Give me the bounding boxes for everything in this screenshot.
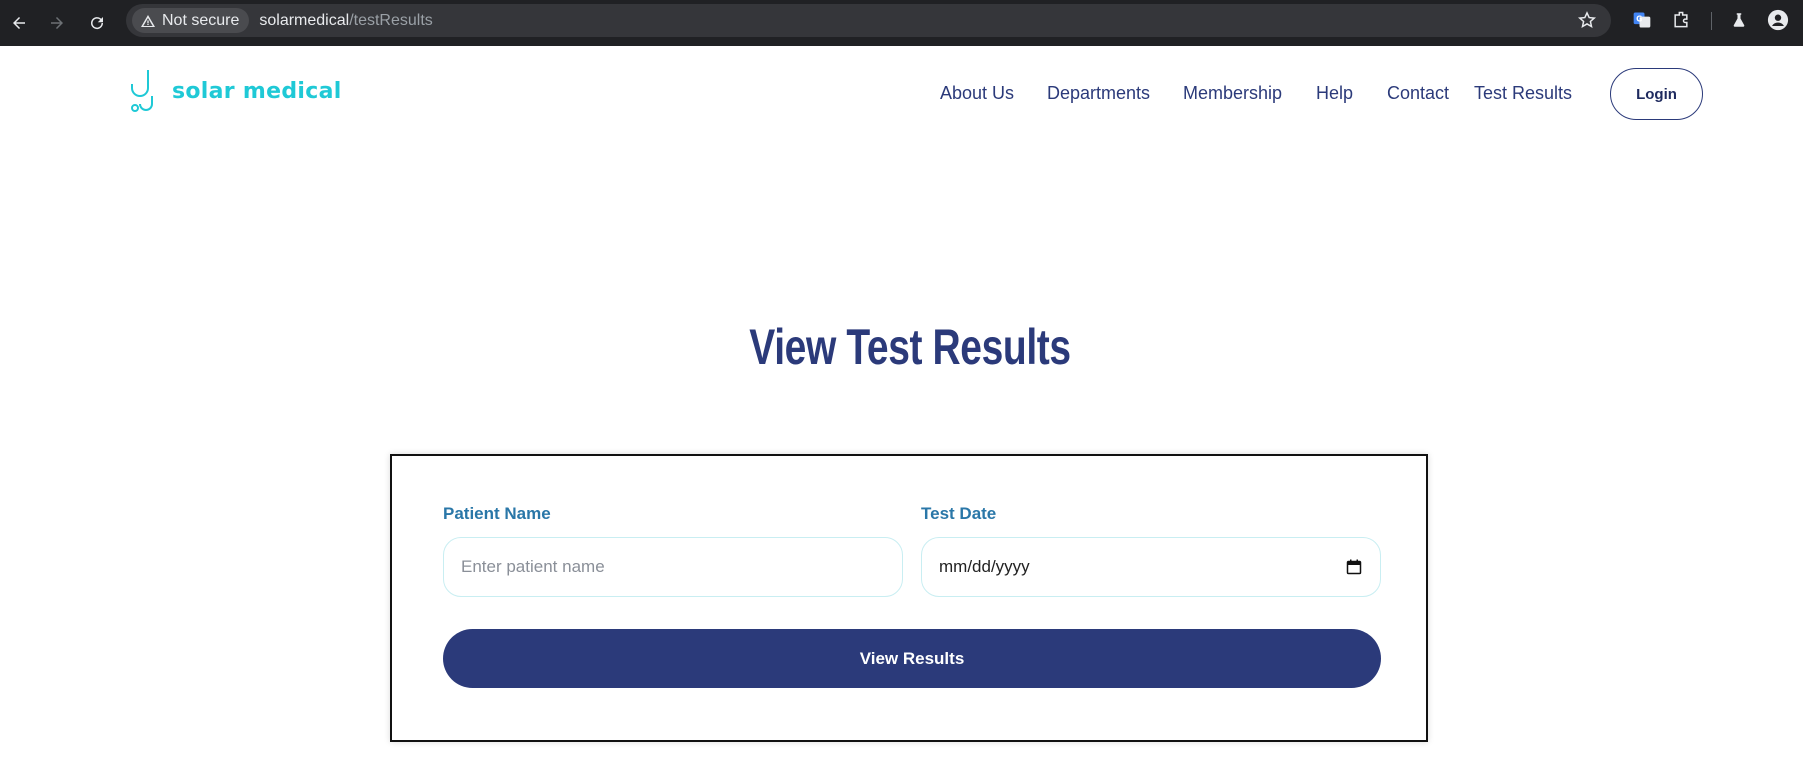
stethoscope-icon xyxy=(131,70,153,112)
test-date-input[interactable]: mm/dd/yyyy xyxy=(921,537,1381,597)
url-host: solarmedical xyxy=(259,11,350,29)
logo-text: solar medical xyxy=(172,78,342,104)
nav-test-results[interactable]: Test Results xyxy=(1474,83,1572,104)
page-title: View Test Results xyxy=(749,319,1071,375)
warning-icon xyxy=(141,14,155,27)
login-button[interactable]: Login xyxy=(1610,68,1703,120)
patient-name-label: Patient Name xyxy=(443,504,551,523)
bookmark-star-icon[interactable] xyxy=(1577,10,1597,30)
test-date-label: Test Date xyxy=(921,504,997,523)
profile-avatar-icon[interactable] xyxy=(1767,9,1789,31)
reload-button[interactable] xyxy=(82,8,112,38)
test-date-placeholder: mm/dd/yyyy xyxy=(939,557,1030,576)
extensions-puzzle-icon[interactable] xyxy=(1670,9,1692,31)
nav-departments[interactable]: Departments xyxy=(1047,83,1150,104)
url-path: /testResults xyxy=(349,11,433,29)
nav-membership[interactable]: Membership xyxy=(1183,83,1282,104)
nav-contact[interactable]: Contact xyxy=(1387,83,1449,104)
test-results-form: Patient Name Enter patient name Test Dat… xyxy=(390,454,1428,742)
patient-name-placeholder: Enter patient name xyxy=(461,557,605,576)
address-bar[interactable]: Not secure solarmedical/testResults xyxy=(126,4,1611,37)
security-label: Not secure xyxy=(162,11,240,29)
browser-toolbar: Not secure solarmedical/testResults G xyxy=(0,0,1803,46)
labs-flask-icon[interactable] xyxy=(1728,9,1750,31)
back-button[interactable] xyxy=(4,8,34,38)
toolbar-divider xyxy=(1711,12,1712,30)
security-chip[interactable]: Not secure xyxy=(132,8,250,33)
reload-icon xyxy=(91,17,104,30)
nav-about-us[interactable]: About Us xyxy=(940,83,1014,104)
calendar-icon[interactable] xyxy=(1346,559,1362,575)
svg-text:G: G xyxy=(1636,15,1642,24)
view-results-button[interactable]: View Results xyxy=(443,629,1381,688)
arrow-right-icon xyxy=(51,17,63,29)
nav-help[interactable]: Help xyxy=(1316,83,1353,104)
translate-extension-icon[interactable]: G xyxy=(1631,9,1653,31)
forward-button[interactable] xyxy=(42,8,72,38)
site-header: solar medical About Us Departments Membe… xyxy=(0,46,1803,142)
logo[interactable]: solar medical xyxy=(130,68,342,114)
patient-name-input[interactable]: Enter patient name xyxy=(443,537,903,597)
url-text: solarmedical/testResults xyxy=(259,12,432,30)
arrow-left-icon xyxy=(13,17,25,29)
